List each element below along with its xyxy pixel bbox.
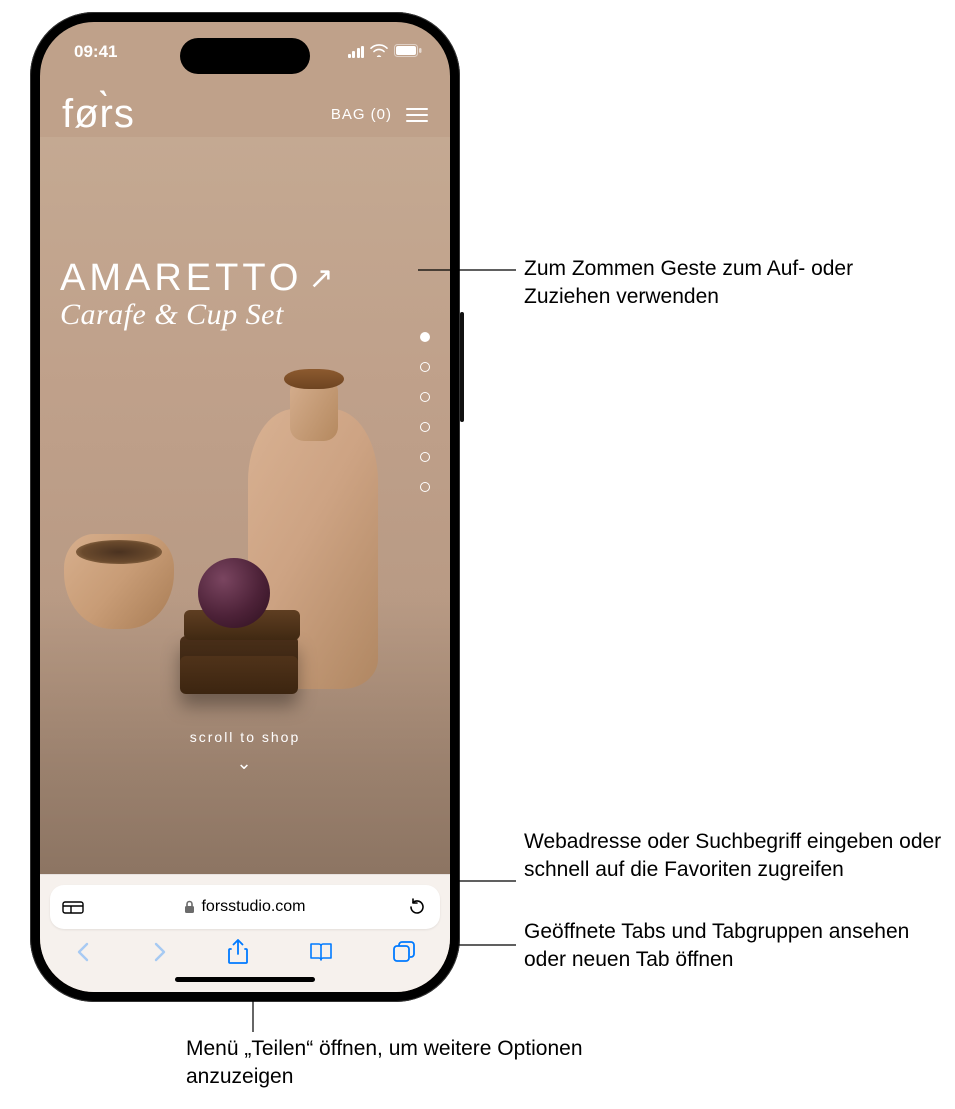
address-bar[interactable]: forsstudio.com (50, 885, 440, 929)
page-settings-icon[interactable] (62, 899, 84, 915)
wifi-icon (370, 42, 388, 62)
webpage-content[interactable]: AMARETTO ↗ Carafe & Cup Set scroll to sh… (40, 137, 450, 874)
page-dot[interactable] (420, 392, 430, 402)
url-display[interactable]: forsstudio.com (94, 898, 396, 916)
chevron-down-icon: ⌄ (40, 753, 450, 774)
menu-icon[interactable] (406, 108, 428, 122)
scroll-hint-label: scroll to shop (40, 729, 450, 745)
page-dot[interactable] (420, 422, 430, 432)
safari-toolbar (50, 929, 440, 967)
url-text: forsstudio.com (201, 898, 305, 916)
bookmarks-button[interactable] (308, 941, 334, 963)
page-dot[interactable] (420, 362, 430, 372)
product-name: AMARETTO (60, 257, 302, 300)
cellular-icon (348, 46, 365, 58)
site-header: før̀s BAG (0) (40, 78, 450, 137)
home-indicator[interactable] (175, 977, 315, 982)
scroll-hint[interactable]: scroll to shop ⌄ (40, 729, 450, 774)
back-button[interactable] (74, 940, 92, 964)
screen: 09:41 før̀s BAG (0) (40, 22, 450, 992)
external-arrow-icon: ↗ (308, 261, 337, 296)
site-logo[interactable]: før̀s (62, 92, 135, 137)
callout-pinch: Zum Zommen Geste zum Auf- oder Zuziehen … (524, 255, 944, 312)
page-dot[interactable] (420, 452, 430, 462)
callout-tabs: Geöffnete Tabs und Tabgruppen ansehen od… (524, 918, 944, 975)
dynamic-island (180, 38, 310, 74)
page-dots[interactable] (420, 332, 430, 492)
page-dot[interactable] (420, 482, 430, 492)
product-subtitle: Carafe & Cup Set (60, 298, 338, 332)
iphone-frame: 09:41 før̀s BAG (0) (30, 12, 460, 1002)
plum-illustration (198, 558, 270, 628)
lock-icon (184, 900, 195, 914)
forward-button[interactable] (151, 940, 169, 964)
callout-address: Webadresse oder Suchbegriff eingeben ode… (524, 828, 944, 885)
product-heading[interactable]: AMARETTO ↗ Carafe & Cup Set (60, 257, 338, 332)
callout-share: Menü „Teilen“ öffnen, um weitere Optione… (186, 1035, 606, 1092)
battery-icon (394, 42, 422, 62)
brownie-illustration (180, 636, 298, 694)
share-button[interactable] (227, 939, 249, 965)
tabs-button[interactable] (392, 940, 416, 964)
safari-chrome: forsstudio.com (40, 874, 450, 992)
reload-icon[interactable] (406, 897, 428, 917)
page-dot[interactable] (420, 332, 430, 342)
cup-illustration (64, 534, 174, 629)
clock: 09:41 (74, 42, 117, 62)
status-indicators (348, 42, 423, 62)
bag-link[interactable]: BAG (0) (331, 106, 392, 123)
